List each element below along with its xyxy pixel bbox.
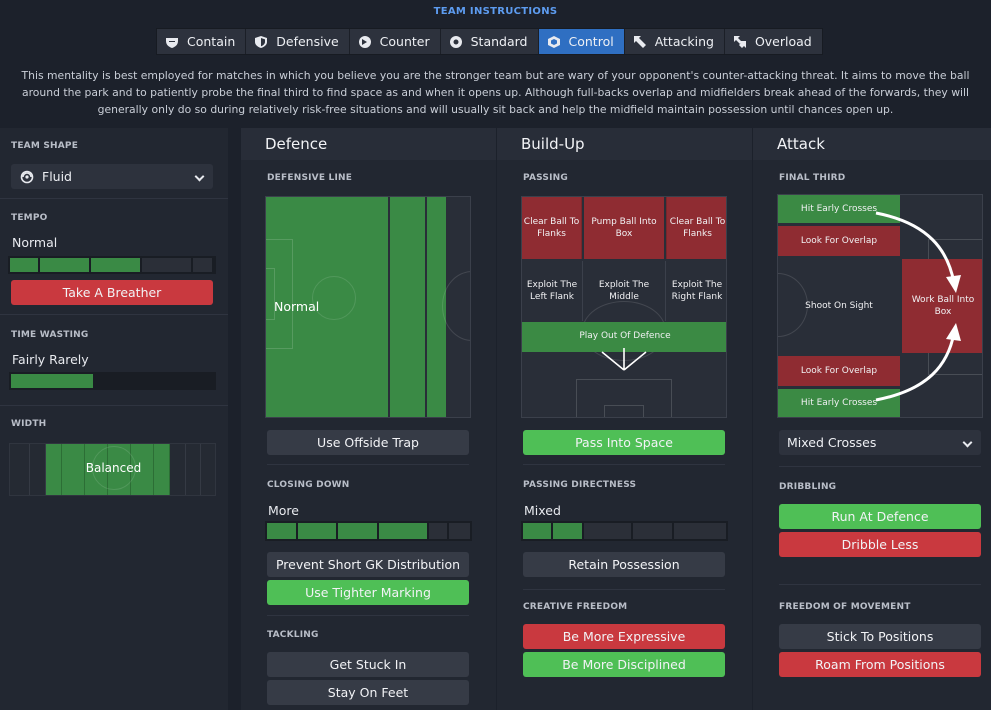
closing-down-slider[interactable] [265,521,472,541]
tempo-value: Normal [12,235,58,250]
use-offside-trap-button[interactable]: Use Offside Trap [267,430,469,455]
exploit-left-flank-zone[interactable]: Exploit The Left Flank [522,261,583,321]
standard-icon [449,35,462,48]
divider [0,198,228,199]
tab-attacking[interactable]: Attacking [625,29,725,54]
prevent-short-gk-distribution-button[interactable]: Prevent Short GK Distribution [267,552,469,577]
final-third-pitch[interactable]: Hit Early Crosses Look For Overlap Shoot… [777,194,983,418]
time-wasting-slider[interactable] [9,372,216,390]
passing-directness-value: Mixed [524,503,561,518]
width-value: Balanced [85,461,142,475]
buildup-title: Build-Up [521,135,585,153]
stick-to-positions-button[interactable]: Stick To Positions [779,624,981,649]
take-a-breather-button[interactable]: Take A Breather [11,280,213,305]
stay-on-feet-button[interactable]: Stay On Feet [267,680,469,705]
team-settings-panel: TEAM SHAPE Fluid TEMPO Normal Take A Bre… [0,128,228,710]
passing-directness-slider[interactable] [521,521,728,541]
dribble-less-button[interactable]: Dribble Less [779,532,981,557]
crossing-value: Mixed Crosses [787,435,877,450]
attack-title: Attack [777,135,825,153]
tempo-label: TEMPO [11,213,48,223]
dribbling-label: DRIBBLING [779,482,837,492]
freedom-of-movement-label: FREEDOM OF MOVEMENT [779,602,911,612]
attack-column: Attack FINAL THIRD Hit Early Crosses Loo… [753,128,991,710]
exploit-middle-zone[interactable]: Exploit The Middle [584,261,664,321]
team-shape-value: Fluid [42,169,72,184]
tab-contain[interactable]: Contain [157,29,247,54]
page-title: TEAM INSTRUCTIONS [433,6,558,17]
defensive-line-label: DEFENSIVE LINE [267,173,353,183]
fluid-icon [20,170,34,183]
team-shape-dropdown[interactable]: Fluid [11,164,213,189]
divider [523,464,725,465]
buildup-column: Build-Up PASSING Clear Ball To Flanks Pu… [497,128,752,710]
final-third-label: FINAL THIRD [779,173,846,183]
defensive-line-value: Normal [274,299,320,314]
divider [779,466,981,467]
shield-icon [255,35,268,48]
pass-arrows-icon [601,348,647,371]
mentality-tabs: Contain Defensive Counter Standard Contr… [156,28,823,55]
be-more-expressive-button[interactable]: Be More Expressive [523,624,725,649]
passing-directness-label: PASSING DIRECTNESS [523,480,637,490]
chevron-down-icon [962,437,973,448]
retain-possession-button[interactable]: Retain Possession [523,552,725,577]
tab-control[interactable]: Control [538,29,625,54]
use-tighter-marking-button[interactable]: Use Tighter Marking [267,580,469,605]
cross-arrows-icon [875,211,961,402]
divider [267,615,469,616]
time-wasting-value: Fairly Rarely [12,352,89,367]
team-shape-label: TEAM SHAPE [11,141,79,151]
tempo-slider[interactable] [8,256,216,274]
tab-overload[interactable]: Overload [725,29,822,54]
tackling-label: TACKLING [267,630,319,640]
divider [0,314,228,315]
divider [779,584,981,585]
exploit-right-flank-zone[interactable]: Exploit The Right Flank [665,261,726,321]
get-stuck-in-button[interactable]: Get Stuck In [267,652,469,677]
run-at-defence-button[interactable]: Run At Defence [779,504,981,529]
passing-label: PASSING [523,173,568,183]
defensive-line-pitch[interactable]: Normal [265,196,471,418]
roam-from-positions-button[interactable]: Roam From Positions [779,652,981,677]
divider [523,589,725,590]
defence-column: Defence DEFENSIVE LINE Normal Use Offsid… [241,128,496,710]
pass-into-space-button[interactable]: Pass Into Space [523,430,725,455]
closing-down-label: CLOSING DOWN [267,480,350,490]
tab-defensive[interactable]: Defensive [246,29,350,54]
tab-standard[interactable]: Standard [441,29,539,54]
counter-icon [358,35,371,48]
passing-pitch[interactable]: Clear Ball To Flanks Pump Ball Into Box … [521,196,727,418]
chevron-down-icon [194,171,205,182]
overload-icon [733,35,746,48]
tab-counter[interactable]: Counter [350,29,441,54]
width-pitch[interactable]: Balanced [9,443,216,496]
width-label: WIDTH [11,419,47,429]
control-icon [547,35,560,48]
creative-freedom-label: CREATIVE FREEDOM [523,602,628,612]
mentality-description: This mentality is best employed for matc… [21,69,970,116]
clear-ball-to-flanks-right-zone[interactable]: Clear Ball To Flanks [666,197,726,259]
closing-down-value: More [268,503,299,518]
be-more-disciplined-button[interactable]: Be More Disciplined [523,652,725,677]
pump-ball-into-box-zone[interactable]: Pump Ball Into Box [584,197,664,259]
clear-ball-to-flanks-left-zone[interactable]: Clear Ball To Flanks [522,197,582,259]
crossing-dropdown[interactable]: Mixed Crosses [779,430,981,455]
time-wasting-label: TIME WASTING [11,330,89,340]
attacking-icon [633,35,646,48]
divider [0,405,228,406]
defence-title: Defence [265,135,328,153]
contain-icon [166,37,178,48]
divider [267,464,469,465]
